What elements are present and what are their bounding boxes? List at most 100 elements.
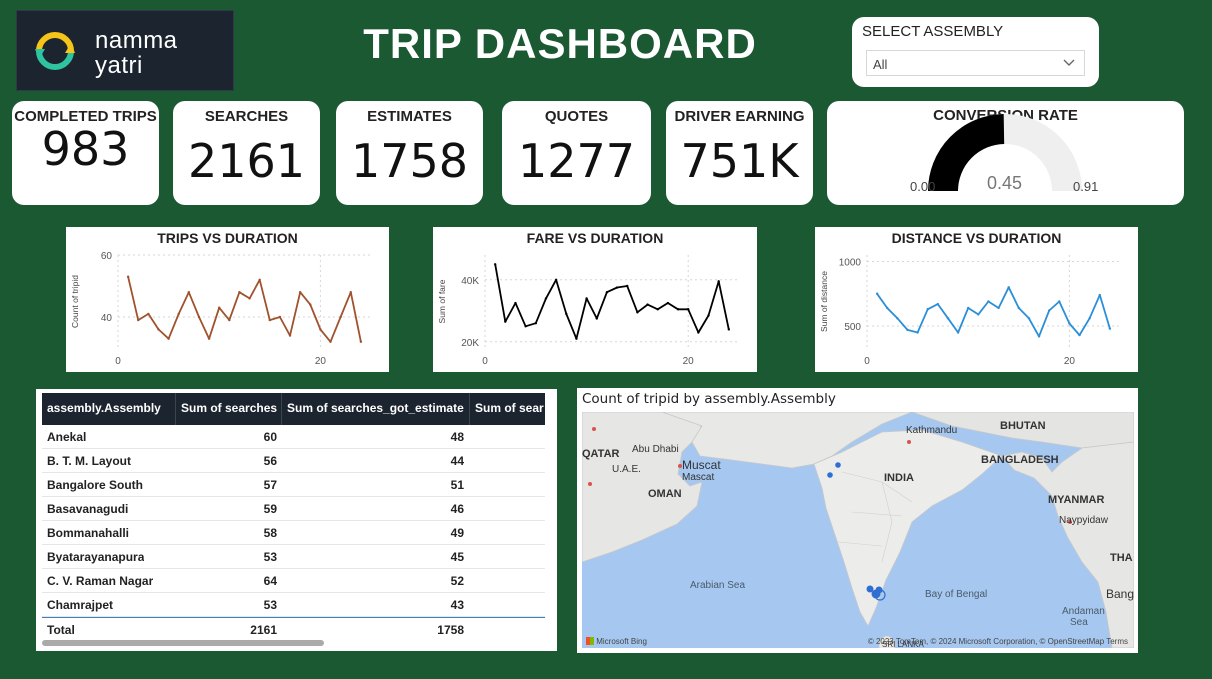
dropdown-value: All bbox=[873, 57, 888, 72]
kpi-completed-trips: COMPLETED TRIPS 983 bbox=[12, 101, 159, 205]
y-tick-label: 20K bbox=[461, 338, 479, 349]
data-point bbox=[319, 328, 322, 331]
map-point[interactable] bbox=[835, 462, 841, 468]
data-point bbox=[137, 318, 140, 322]
table-row[interactable]: B. T. M. Layout 56 44 bbox=[42, 449, 545, 473]
column-header-searches-got-estimate[interactable]: Sum of searches_got_estimate bbox=[282, 393, 470, 425]
cell-estimate: 51 bbox=[450, 478, 464, 492]
data-point bbox=[1058, 300, 1061, 303]
kpi-value: 751K bbox=[680, 134, 799, 188]
data-point bbox=[936, 302, 940, 306]
data-point bbox=[504, 320, 507, 323]
horizontal-scrollbar[interactable] bbox=[42, 640, 324, 646]
series-line bbox=[494, 264, 730, 340]
data-point bbox=[207, 337, 211, 340]
cell-total-label: Total bbox=[47, 623, 75, 637]
column-header-assembly[interactable]: assembly.Assembly bbox=[42, 393, 176, 425]
cell-assembly: Bangalore South bbox=[47, 478, 144, 492]
cell-searches: 53 bbox=[263, 550, 277, 564]
assembly-map: Count of tripid by assembly.Assembly Kat… bbox=[577, 388, 1138, 653]
map-title: Count of tripid by assembly.Assembly bbox=[582, 391, 836, 407]
data-point bbox=[676, 308, 680, 311]
data-point bbox=[228, 318, 231, 322]
x-tick-label: 0 bbox=[115, 356, 121, 367]
city-dot bbox=[588, 482, 592, 486]
map-label: Mascat bbox=[682, 472, 715, 483]
conversion-rate-gauge: CONVERSION RATE 0.00 0.45 0.91 bbox=[827, 101, 1184, 205]
map-point[interactable] bbox=[827, 472, 833, 478]
cell-estimate: 44 bbox=[450, 454, 464, 468]
table-row[interactable]: Basavanagudi 59 46 bbox=[42, 497, 545, 521]
column-header-sum-of-sear[interactable]: Sum of sear bbox=[470, 393, 545, 425]
map-label: Bay of Bengal bbox=[925, 589, 988, 600]
table-row[interactable]: C. V. Raman Nagar 64 52 bbox=[42, 569, 545, 593]
city-dot bbox=[907, 440, 911, 444]
gauge-max: 0.91 bbox=[1073, 179, 1099, 194]
cell-total-searches: 2161 bbox=[250, 623, 277, 637]
y-tick-label: 40 bbox=[101, 313, 113, 324]
cell-searches: 64 bbox=[263, 574, 277, 588]
data-point bbox=[1017, 306, 1020, 310]
data-point bbox=[626, 284, 629, 288]
data-point bbox=[656, 308, 659, 311]
column-header-searches[interactable]: Sum of searches bbox=[176, 393, 282, 425]
kpi-value: 1758 bbox=[350, 134, 469, 188]
cell-estimate: 45 bbox=[450, 550, 464, 564]
data-point bbox=[309, 303, 312, 306]
y-axis-label: Count of tripid bbox=[70, 275, 80, 328]
cell-searches: 59 bbox=[263, 502, 277, 516]
data-point bbox=[605, 291, 609, 294]
y-tick-label: 40K bbox=[461, 276, 479, 287]
map-label: BANGLADESH bbox=[981, 454, 1059, 466]
map-attribution[interactable]: © 2023 TomTom, © 2024 Microsoft Corporat… bbox=[868, 637, 1128, 646]
map-label: BHUTAN bbox=[1000, 420, 1046, 432]
fare-vs-duration-chart: FARE VS DURATION 20K 40K 0 20 Sum of fare bbox=[433, 227, 757, 372]
series-line bbox=[127, 276, 362, 343]
data-point bbox=[1027, 317, 1031, 320]
data-point bbox=[916, 331, 919, 334]
gauge-value: 0.45 bbox=[987, 173, 1023, 193]
assembly-slicer: SELECT ASSEMBLY All bbox=[852, 17, 1099, 87]
data-point bbox=[268, 318, 271, 322]
data-point bbox=[544, 297, 548, 300]
data-point bbox=[218, 306, 221, 309]
cell-assembly: Bommanahalli bbox=[47, 526, 130, 540]
assembly-dropdown[interactable]: All bbox=[866, 50, 1085, 76]
table-row[interactable]: Anekal 60 48 bbox=[42, 425, 545, 449]
data-point bbox=[595, 317, 598, 320]
data-point bbox=[329, 340, 332, 343]
y-axis-label: Sum of distance bbox=[819, 271, 829, 332]
data-point bbox=[575, 337, 578, 340]
data-point bbox=[349, 291, 352, 294]
cell-searches: 60 bbox=[263, 430, 277, 444]
data-point bbox=[967, 306, 970, 310]
x-tick-label: 20 bbox=[1064, 356, 1076, 367]
distance-vs-duration-chart: DISTANCE VS DURATION 500 1000 0 20 Sum of di… bbox=[815, 227, 1138, 372]
data-point bbox=[707, 314, 710, 317]
data-point bbox=[977, 313, 980, 316]
table-row[interactable]: Bommanahalli 58 49 bbox=[42, 521, 545, 545]
slicer-label: SELECT ASSEMBLY bbox=[862, 23, 1004, 40]
kpi-value: 2161 bbox=[187, 134, 306, 188]
namma-yatri-logo: namma yatri bbox=[16, 10, 234, 91]
map-label: Kathmandu bbox=[906, 425, 958, 436]
table-row[interactable]: Bangalore South 57 51 bbox=[42, 473, 545, 497]
map-canvas[interactable]: Kathmandu BHUTAN QATAR Abu Dhabi U.A.E. … bbox=[582, 412, 1134, 648]
trips-vs-duration-chart: TRIPS VS DURATION 40 60 0 20 Count of tripid bbox=[66, 227, 389, 372]
map-label: Bang bbox=[1106, 587, 1134, 601]
data-point bbox=[248, 297, 251, 300]
city-dot bbox=[592, 427, 596, 431]
bing-logo: Microsoft Bing bbox=[586, 637, 647, 646]
data-point bbox=[987, 300, 990, 303]
data-point bbox=[157, 328, 160, 331]
data-point bbox=[666, 301, 670, 305]
table-row[interactable]: Byatarayanapura 53 45 bbox=[42, 545, 545, 569]
data-point bbox=[1007, 286, 1010, 289]
cell-searches: 58 bbox=[263, 526, 277, 540]
cell-assembly: B. T. M. Layout bbox=[47, 454, 131, 468]
kpi-label: SEARCHES bbox=[204, 108, 289, 125]
table-row[interactable]: Chamrajpet 53 43 bbox=[42, 593, 545, 617]
map-label: Naypyidaw bbox=[1059, 515, 1108, 526]
map-label: Arabian Sea bbox=[690, 580, 746, 591]
cell-estimate: 46 bbox=[450, 502, 464, 516]
